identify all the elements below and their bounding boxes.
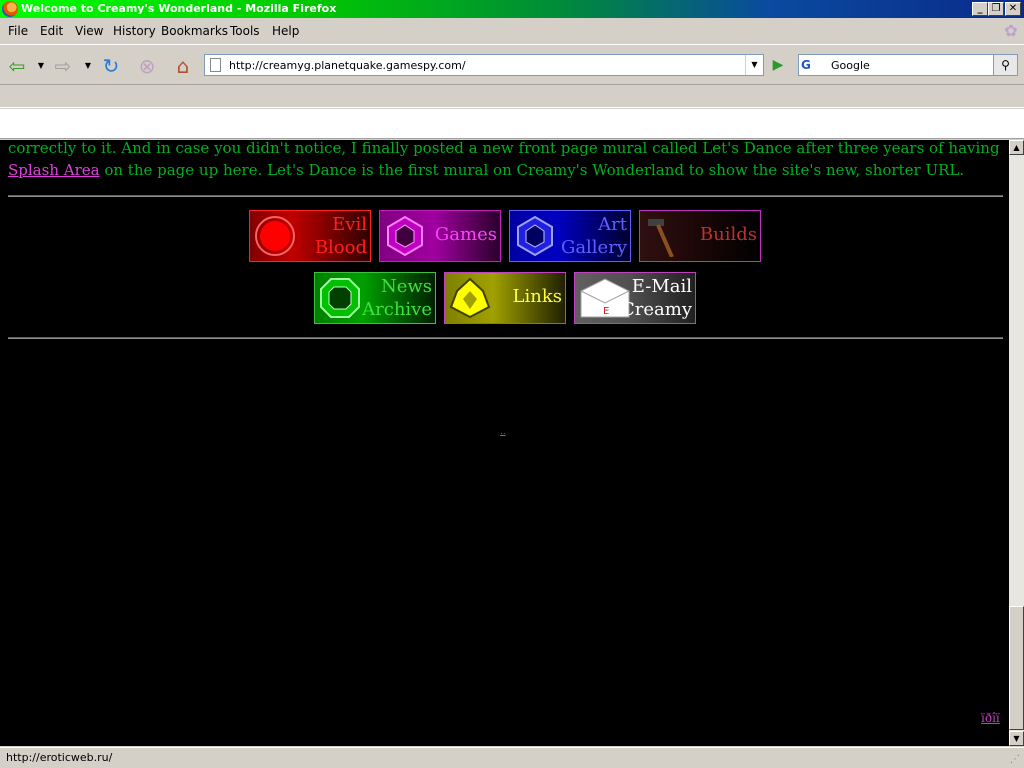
- search-bar[interactable]: G ⚲: [798, 54, 1018, 76]
- close-button[interactable]: ✕: [1005, 2, 1021, 16]
- back-dropdown-icon[interactable]: ▼: [36, 53, 46, 79]
- status-bar: http://eroticweb.ru/ ⋰: [0, 747, 1024, 768]
- forward-button[interactable]: ⇨: [50, 53, 76, 79]
- status-text: http://eroticweb.ru/: [6, 751, 113, 764]
- scroll-up-icon[interactable]: ▲: [1009, 140, 1024, 155]
- menu-bar: File Edit View History Bookmarks Tools H…: [0, 20, 1024, 42]
- body-paragraph: correctly to it. And in case you didn't …: [8, 140, 1004, 181]
- yellow-gem-icon: [449, 277, 491, 319]
- links-label: Links: [512, 286, 562, 307]
- menu-history[interactable]: History: [113, 24, 156, 38]
- news-archive-label: News Archive: [362, 276, 432, 320]
- links-button[interactable]: Links: [444, 272, 566, 324]
- evil-blood-label: Evil Blood: [314, 214, 367, 258]
- url-input[interactable]: [229, 57, 729, 73]
- back-button[interactable]: ⇦: [4, 53, 30, 79]
- news-archive-button[interactable]: News Archive: [314, 272, 436, 324]
- navigation-toolbar: ⇦ ▼ ⇨ ▼ ↻ ⊗ ⌂ ▼ ▶ G ⚲: [0, 44, 1024, 84]
- search-icon[interactable]: ⚲: [993, 55, 1017, 75]
- bookmarks-toolbar: [0, 84, 1024, 108]
- email-creamy-button[interactable]: E E-Mail Creamy: [574, 272, 696, 324]
- throbber-icon: ✿: [1004, 21, 1018, 40]
- menu-edit[interactable]: Edit: [40, 24, 63, 38]
- divider-top: [8, 195, 1003, 197]
- scroll-down-icon[interactable]: ▼: [1009, 731, 1024, 746]
- menu-help[interactable]: Help: [272, 24, 299, 38]
- green-gem-icon: [320, 278, 360, 318]
- title-bar: Welcome to Creamy's Wonderland - Mozilla…: [0, 0, 1024, 18]
- toolbar-spacer: [0, 109, 1024, 139]
- games-label: Games: [434, 224, 497, 245]
- art-gallery-label: Art Gallery: [560, 214, 627, 258]
- restore-button[interactable]: ❐: [988, 2, 1004, 16]
- divider-bottom: [8, 337, 1003, 339]
- reload-button[interactable]: ↻: [98, 53, 124, 79]
- stop-button[interactable]: ⊗: [134, 53, 160, 79]
- window-title: Welcome to Creamy's Wonderland - Mozilla…: [21, 2, 337, 15]
- home-button[interactable]: ⌂: [170, 53, 196, 79]
- forward-dropdown-icon[interactable]: ▼: [83, 53, 93, 79]
- menu-bookmarks[interactable]: Bookmarks: [161, 24, 228, 38]
- address-bar[interactable]: ▼: [204, 54, 764, 76]
- go-button[interactable]: ▶: [767, 54, 789, 76]
- url-dropdown-icon[interactable]: ▼: [745, 55, 763, 75]
- search-engine-icon[interactable]: G: [801, 57, 827, 73]
- page-icon: [210, 58, 221, 72]
- purple-gem-icon: [387, 215, 423, 257]
- resize-grip-icon[interactable]: ⋰: [1010, 754, 1022, 766]
- page-content: correctly to it. And in case you didn't …: [0, 140, 1009, 746]
- blue-gem-icon: [517, 215, 553, 257]
- email-creamy-label: E-Mail Creamy: [621, 276, 692, 320]
- hammer-icon: [648, 219, 674, 257]
- builds-label: Builds: [699, 224, 757, 245]
- splash-area-link[interactable]: Splash Area: [8, 161, 100, 179]
- paragraph-text-start: correctly to it. And in case you didn't …: [8, 140, 1000, 157]
- firefox-icon: [2, 1, 18, 17]
- art-gallery-button[interactable]: Art Gallery: [509, 210, 631, 262]
- search-input[interactable]: [831, 57, 986, 73]
- tiny-link[interactable]: ..: [500, 427, 506, 437]
- vertical-scrollbar[interactable]: ▲ ▼: [1009, 140, 1024, 746]
- menu-view[interactable]: View: [75, 24, 103, 38]
- svg-text:E: E: [603, 306, 609, 317]
- menu-tools[interactable]: Tools: [230, 24, 260, 38]
- red-orb-icon: [255, 216, 295, 256]
- builds-button[interactable]: Builds: [639, 210, 761, 262]
- evil-blood-button[interactable]: Evil Blood: [249, 210, 371, 262]
- scroll-thumb[interactable]: [1009, 606, 1024, 730]
- games-button[interactable]: Games: [379, 210, 501, 262]
- minimize-button[interactable]: _: [972, 2, 988, 16]
- menu-file[interactable]: File: [8, 24, 28, 38]
- paragraph-text-end: on the page up here. Let's Dance is the …: [99, 161, 965, 179]
- corner-link[interactable]: ïðîï: [981, 711, 1000, 725]
